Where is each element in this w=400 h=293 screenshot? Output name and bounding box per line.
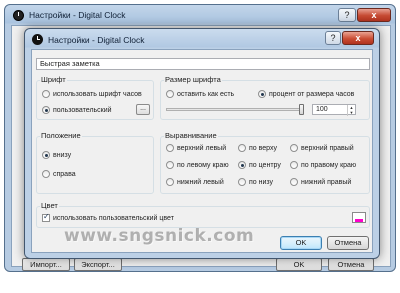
font-radio-custom[interactable]: пользовательский (42, 106, 112, 114)
alignment-group-label: Выравнивание (164, 131, 218, 140)
main-ok-button[interactable]: OK (276, 258, 322, 271)
align-label-top: по верху (249, 144, 277, 152)
align-radio-top-right[interactable]: верхний правый (290, 144, 354, 152)
close-icon[interactable]: x (342, 31, 374, 45)
radio-indicator (238, 161, 246, 169)
color-picker-button[interactable] (352, 212, 366, 223)
position-radio-bottom[interactable]: внизу (42, 151, 71, 159)
align-radio-bottom-left[interactable]: нижний левый (166, 178, 224, 186)
font-size-group-label: Размер шрифта (164, 75, 222, 84)
align-radio-bottom[interactable]: по низу (238, 178, 273, 186)
dialog-client-area: Быстрая заметка Шрифт использовать шрифт… (31, 49, 373, 253)
radio-indicator (258, 90, 266, 98)
font-option-custom-label: пользовательский (53, 106, 112, 114)
main-window-titlebar[interactable]: Настройки - Digital Clock ? x (5, 5, 395, 25)
watermark-text: www.sngsnick.com (64, 226, 255, 246)
radio-indicator (290, 178, 298, 186)
radio-indicator (166, 178, 174, 186)
position-option-right-label: справа (53, 170, 76, 178)
color-group-label: Цвет (40, 201, 59, 210)
main-close-button[interactable]: x (357, 8, 391, 22)
radio-indicator (42, 106, 50, 114)
font-option-clock-label: использовать шрифт часов (53, 90, 142, 98)
font-size-slider-track[interactable] (166, 108, 304, 111)
main-help-button[interactable]: ? (338, 8, 356, 22)
font-size-value: 100 (316, 106, 328, 113)
font-size-spinbox[interactable]: 100 ▲ ▼ (312, 104, 356, 116)
main-window-title: Настройки - Digital Clock (29, 10, 126, 20)
align-radio-top-left[interactable]: верхний левый (166, 144, 226, 152)
align-label-bottom: по низу (249, 178, 274, 186)
custom-color-label: использовать пользовательский цвет (53, 214, 174, 222)
radio-indicator (42, 170, 50, 178)
size-option-percent-label: процент от размера часов (269, 90, 355, 98)
position-group (36, 136, 154, 194)
radio-indicator (238, 178, 246, 186)
clock-icon (13, 10, 24, 21)
font-radio-clock[interactable]: использовать шрифт часов (42, 90, 142, 98)
export-button[interactable]: Экспорт... (74, 258, 122, 271)
dialog-title: Настройки - Digital Clock (48, 35, 145, 45)
radio-indicator (238, 144, 246, 152)
radio-indicator (290, 144, 298, 152)
main-cancel-button[interactable]: Отмена (328, 258, 374, 271)
radio-indicator (166, 90, 174, 98)
size-radio-keep[interactable]: оставить как есть (166, 90, 234, 98)
radio-indicator (42, 90, 50, 98)
size-option-keep-label: оставить как есть (177, 90, 235, 98)
align-label-top-left: верхний левый (177, 144, 227, 152)
align-radio-bottom-right[interactable]: нижний правый (290, 178, 351, 186)
clock-icon (32, 34, 43, 45)
font-size-slider-thumb[interactable] (299, 104, 304, 115)
spin-down-icon[interactable]: ▼ (348, 110, 355, 115)
note-text-input[interactable]: Быстрая заметка (36, 58, 370, 70)
align-label-bottom-left: нижний левый (177, 178, 224, 186)
align-radio-right[interactable]: по правому краю (290, 161, 356, 169)
size-radio-percent[interactable]: процент от размера часов (258, 90, 354, 98)
ok-button[interactable]: OK (280, 236, 322, 250)
custom-color-checkbox[interactable]: использовать пользовательский цвет (42, 212, 174, 222)
radio-indicator (166, 161, 174, 169)
align-label-center: по центру (249, 161, 281, 169)
align-label-top-right: верхний правый (301, 144, 354, 152)
position-option-bottom-label: внизу (53, 151, 72, 159)
radio-indicator (42, 151, 50, 159)
font-group-label: Шрифт (40, 75, 67, 84)
font-browse-button[interactable]: ... (136, 104, 150, 115)
radio-indicator (166, 144, 174, 152)
checkbox-indicator (42, 212, 50, 222)
align-label-bottom-right: нижний правый (301, 178, 352, 186)
align-radio-center[interactable]: по центру (238, 161, 281, 169)
settings-dialog: Настройки - Digital Clock ? x Быстрая за… (24, 28, 380, 259)
cancel-button[interactable]: Отмена (327, 236, 369, 250)
radio-indicator (290, 161, 298, 169)
align-radio-left[interactable]: по левому краю (166, 161, 229, 169)
align-label-left: по левому краю (177, 161, 229, 169)
import-button[interactable]: Импорт... (22, 258, 70, 271)
align-label-right: по правому краю (301, 161, 357, 169)
help-icon[interactable]: ? (325, 31, 341, 45)
spin-buttons[interactable]: ▲ ▼ (347, 105, 355, 116)
position-group-label: Положение (40, 131, 82, 140)
position-radio-right[interactable]: справа (42, 170, 76, 178)
align-radio-top[interactable]: по верху (238, 144, 277, 152)
